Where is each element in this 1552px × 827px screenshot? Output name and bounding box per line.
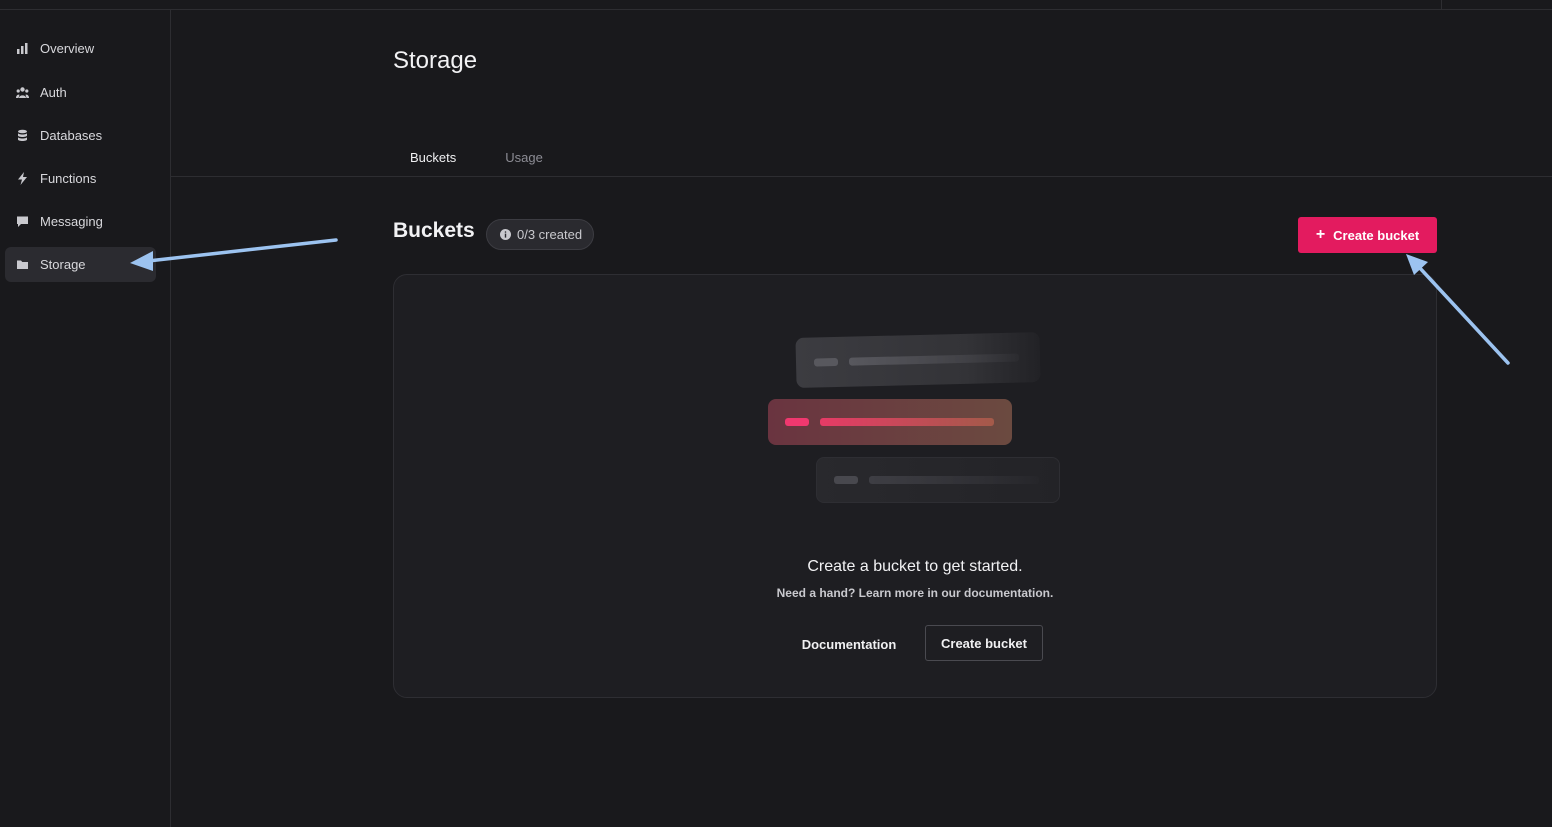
empty-state-title: Create a bucket to get started.: [807, 558, 1023, 575]
empty-state-card: Create a bucket to get started. Need a h…: [393, 274, 1437, 698]
sidebar-item-auth[interactable]: Auth: [5, 75, 156, 110]
sidebar-item-label: Overview: [40, 41, 95, 56]
sidebar-item-label: Auth: [40, 85, 67, 100]
top-bar: [0, 0, 1552, 10]
sidebar-item-storage[interactable]: Storage: [5, 247, 156, 282]
create-bucket-label: Create bucket: [1333, 227, 1420, 243]
illustration-card-top: [795, 332, 1041, 388]
tab-usage[interactable]: Usage: [488, 150, 560, 177]
lightning-icon: [16, 172, 29, 185]
documentation-button[interactable]: Documentation: [786, 626, 912, 662]
empty-state-create-bucket-button[interactable]: Create bucket: [925, 625, 1043, 661]
annotation-arrow-storage-shaft: [146, 238, 338, 263]
database-icon: [16, 129, 29, 142]
tabs-divider: [171, 176, 1552, 177]
sidebar-item-label: Functions: [40, 171, 97, 186]
sidebar-item-databases[interactable]: Databases: [5, 118, 156, 153]
annotation-arrow-create-head: [1406, 254, 1428, 275]
create-bucket-button[interactable]: + Create bucket: [1298, 217, 1437, 253]
users-icon: [16, 86, 29, 99]
sidebar-item-label: Databases: [40, 128, 103, 143]
sidebar-item-label: Messaging: [40, 214, 103, 229]
info-icon: [500, 229, 511, 240]
chart-bar-icon: [16, 42, 29, 55]
badge-label: 0/3 created: [517, 227, 583, 242]
tab-bar: Buckets Usage: [393, 150, 560, 177]
illustration-card-highlighted: [768, 399, 1012, 445]
sidebar-item-functions[interactable]: Functions: [5, 161, 156, 196]
empty-state-illustration: [766, 332, 1066, 508]
section-title: Buckets: [393, 219, 475, 242]
illustration-card-bottom: [816, 457, 1060, 503]
page-title: Storage: [393, 47, 478, 74]
sidebar-item-overview[interactable]: Overview: [5, 31, 156, 66]
chat-icon: [16, 215, 29, 228]
folder-icon: [16, 258, 29, 271]
empty-state-subtitle: Need a hand? Learn more in our documenta…: [776, 586, 1054, 600]
tab-buckets[interactable]: Buckets: [393, 150, 473, 177]
sidebar-item-messaging[interactable]: Messaging: [5, 204, 156, 239]
top-bar-divider: [1441, 0, 1442, 9]
sidebar-item-label: Storage: [40, 257, 86, 272]
buckets-count-badge: 0/3 created: [486, 219, 595, 250]
plus-icon: +: [1315, 226, 1326, 243]
sidebar: Overview Auth Databases Functions Messag…: [0, 10, 171, 827]
